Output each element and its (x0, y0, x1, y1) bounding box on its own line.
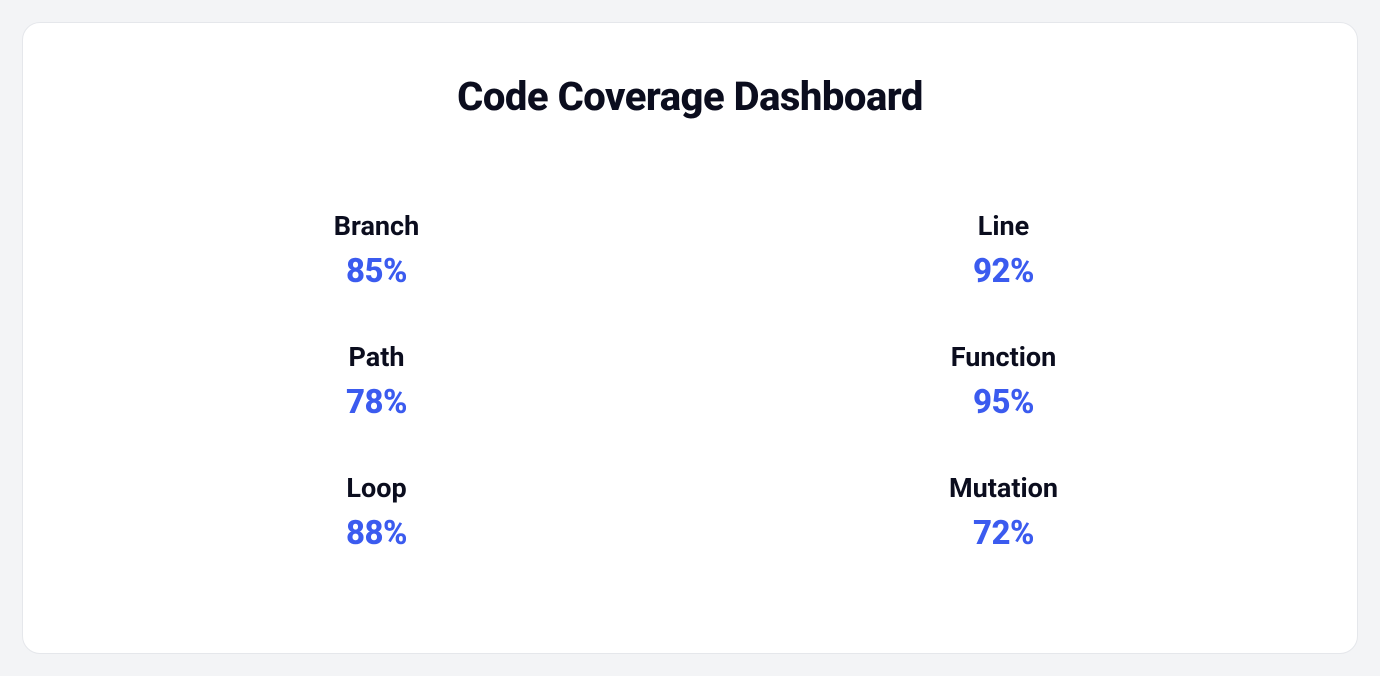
metric-branch-label: Branch (334, 210, 419, 242)
metric-branch: Branch 85% (334, 210, 419, 291)
dashboard-card: Code Coverage Dashboard Branch 85% Line … (22, 22, 1358, 654)
metric-loop-value: 88% (346, 514, 407, 553)
metric-loop: Loop 88% (346, 472, 407, 553)
metrics-grid: Branch 85% Line 92% Path 78% Function 95… (83, 210, 1297, 553)
metric-path: Path 78% (346, 341, 407, 422)
metric-branch-value: 85% (334, 252, 419, 291)
metric-path-value: 78% (346, 383, 407, 422)
metric-loop-label: Loop (346, 472, 407, 504)
page-title: Code Coverage Dashboard (83, 73, 1297, 120)
metric-path-label: Path (346, 341, 407, 373)
metric-line-label: Line (973, 210, 1034, 242)
metric-function: Function 95% (951, 341, 1057, 422)
metric-mutation: Mutation 72% (949, 472, 1058, 553)
metric-mutation-value: 72% (949, 514, 1058, 553)
metric-mutation-label: Mutation (949, 472, 1058, 504)
metric-function-label: Function (951, 341, 1057, 373)
metric-function-value: 95% (951, 383, 1057, 422)
metric-line: Line 92% (973, 210, 1034, 291)
metric-line-value: 92% (973, 252, 1034, 291)
